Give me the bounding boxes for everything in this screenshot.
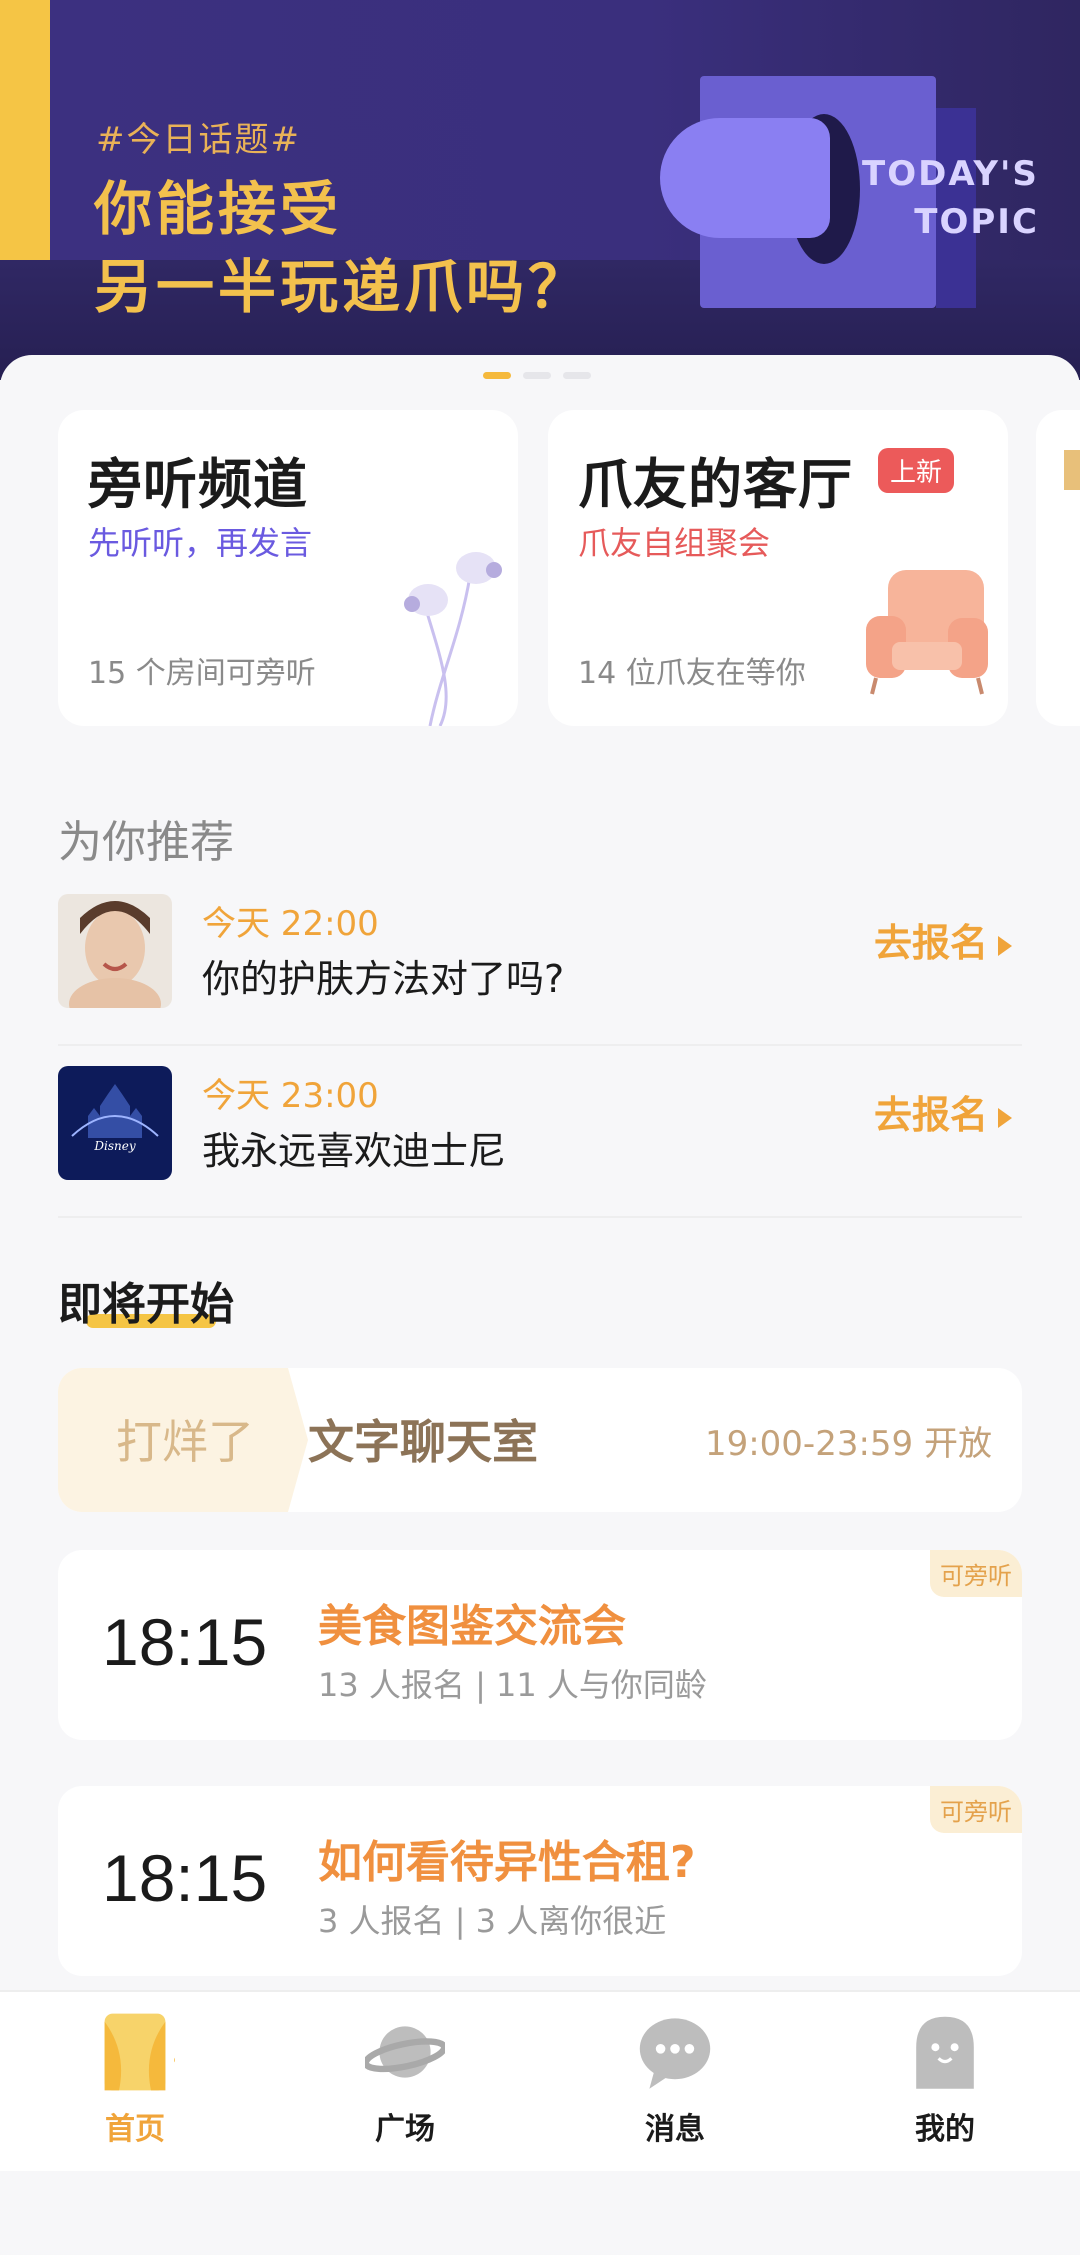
- room-card[interactable]: 可旁听 18:15 如何看待异性合租? 3 人报名 | 3 人离你很近: [58, 1786, 1022, 1976]
- play-arrow-icon: [998, 1107, 1012, 1128]
- room-card[interactable]: 可旁听 18:15 美食图鉴交流会 13 人报名 | 11 人与你同龄: [58, 1550, 1022, 1740]
- todays-topic-label: TODAY'S TOPIC: [862, 150, 1039, 246]
- channel-meta: 14 位爪友在等你: [578, 656, 806, 691]
- banner-accent-bar: [0, 0, 50, 350]
- signup-label: 去报名: [873, 1093, 988, 1137]
- upcoming-heading: 即将开始: [58, 1279, 234, 1330]
- paw-illustration-icon: [660, 118, 830, 238]
- channel-card-listen[interactable]: 旁听频道 先听听，再发言 15 个房间可旁听: [58, 410, 518, 726]
- text-chatroom-card[interactable]: 打烊了 文字聊天室 19:00-23:59 开放: [58, 1368, 1022, 1512]
- avatar: [58, 894, 172, 1008]
- banner-title-line1: 你能接受: [94, 175, 343, 243]
- play-arrow-icon: [998, 935, 1012, 956]
- chatroom-hours: 19:00-23:59 开放: [704, 1424, 992, 1464]
- banner-title: 你能接受 另一半玩递爪吗？: [94, 170, 590, 326]
- avatar: Disney: [58, 1066, 172, 1180]
- listenable-flag: 可旁听: [930, 1550, 1022, 1597]
- chatroom-name: 文字聊天室: [308, 1415, 538, 1469]
- skincare-face-thumbnail-icon: [58, 894, 172, 1008]
- channel-card-peek[interactable]: [1036, 410, 1080, 726]
- disney-castle-thumbnail-icon: Disney: [58, 1066, 172, 1180]
- bottom-nav: 首页 广场 消息 我的: [0, 1990, 1080, 2171]
- curtain-icon: [104, 2013, 175, 2091]
- carousel-indicator: [483, 372, 591, 379]
- room-stats: 3 人报名 | 3 人离你很近: [318, 1902, 667, 1940]
- earphones-icon: [404, 552, 502, 726]
- signup-button[interactable]: 去报名: [874, 1084, 1012, 1139]
- recommend-item[interactable]: 今天 22:00 你的护肤方法对了吗? 去报名: [58, 872, 1022, 1046]
- recommend-item[interactable]: Disney 今天 23:00 我永远喜欢迪士尼 去报名: [58, 1044, 1022, 1218]
- planet-icon: [365, 2026, 445, 2078]
- channel-title-text: 爪友的客厅: [578, 453, 853, 516]
- nav-square[interactable]: 广场: [270, 1992, 540, 2171]
- channel-title: 爪友的客厅: [578, 440, 853, 519]
- event-title: 你的护肤方法对了吗?: [202, 957, 565, 1001]
- room-start-time: 18:15: [102, 1605, 268, 1679]
- room-start-time: 18:15: [102, 1841, 268, 1915]
- nav-label: 消息: [645, 2112, 705, 2147]
- listenable-flag: 可旁听: [930, 1786, 1022, 1833]
- chat-bubble-icon: [639, 2018, 711, 2089]
- nav-messages[interactable]: 消息: [540, 1992, 810, 2171]
- channel-meta: 15 个房间可旁听: [88, 656, 316, 691]
- room-title: 美食图鉴交流会: [318, 1601, 626, 1652]
- event-title: 我永远喜欢迪士尼: [202, 1129, 507, 1173]
- carousel-dot-1: [483, 372, 511, 379]
- room-title: 如何看待异性合租?: [318, 1837, 696, 1888]
- room-stats: 13 人报名 | 11 人与你同龄: [318, 1666, 707, 1704]
- channel-title: 旁听频道: [88, 440, 308, 519]
- today-topic-banner[interactable]: #今日话题# 你能接受 另一半玩递爪吗？ TODAY'S TOPIC: [0, 0, 1080, 380]
- event-time: 今天 22:00: [202, 904, 379, 944]
- banner-title-line2: 另一半玩递爪吗？: [94, 253, 591, 321]
- signup-label: 去报名: [873, 921, 988, 965]
- nav-label: 我的: [915, 2112, 975, 2147]
- channel-subtitle: 先听听，再发言: [88, 524, 313, 562]
- channel-card-living-room[interactable]: 爪友的客厅 上新 爪友自组聚会 14 位爪友在等你: [548, 410, 1008, 726]
- carousel-dot-2: [523, 372, 551, 379]
- chatroom-closed-tag: 打烊了: [116, 1415, 254, 1469]
- new-badge: 上新: [878, 448, 955, 493]
- nav-label: 广场: [375, 2112, 435, 2147]
- channel-subtitle: 爪友自组聚会: [578, 524, 771, 562]
- banner-tag: #今日话题#: [96, 120, 301, 160]
- peek-title-fragment: [1064, 450, 1080, 490]
- nav-home[interactable]: 首页: [0, 1992, 270, 2171]
- nav-profile[interactable]: 我的: [810, 1992, 1080, 2171]
- recommend-heading: 为你推荐: [58, 817, 234, 868]
- todays-line2: TOPIC: [914, 202, 1039, 242]
- carousel-dot-3: [563, 372, 591, 379]
- svg-text:Disney: Disney: [93, 1139, 135, 1153]
- nav-label: 首页: [105, 2112, 165, 2147]
- channel-title-text: 旁听频道: [88, 453, 308, 516]
- armchair-icon: [866, 570, 988, 695]
- event-time: 今天 23:00: [202, 1076, 379, 1116]
- todays-line1: TODAY'S: [862, 154, 1039, 194]
- ghost-icon: [916, 2016, 974, 2089]
- signup-button[interactable]: 去报名: [874, 912, 1012, 967]
